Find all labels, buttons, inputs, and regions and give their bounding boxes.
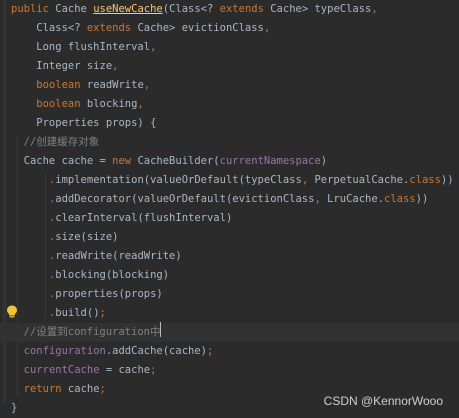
code-token: properties(props) bbox=[55, 288, 163, 300]
code-line[interactable]: //设置到configuration中 bbox=[0, 323, 459, 342]
code-token: ) bbox=[320, 155, 328, 167]
code-line[interactable]: .size(size) bbox=[0, 228, 459, 247]
code-editor[interactable]: public Cache useNewCache(Class<? extends… bbox=[0, 0, 459, 416]
code-token: , bbox=[371, 3, 378, 15]
code-token: Cache> evictionClass bbox=[137, 22, 264, 34]
code-line[interactable]: Long flushInterval, bbox=[0, 38, 459, 57]
code-token: .addCache(cache) bbox=[105, 345, 207, 357]
code-token: extends bbox=[86, 22, 138, 34]
code-token: , bbox=[137, 98, 144, 110]
code-token: = cache bbox=[105, 364, 151, 376]
code-token: readWrite bbox=[86, 79, 144, 91]
code-token: new bbox=[112, 155, 138, 167]
code-token: ; bbox=[99, 383, 106, 395]
code-line[interactable]: .implementation(valueOrDefault(typeClass… bbox=[0, 171, 459, 190]
text-caret bbox=[160, 322, 161, 337]
code-line[interactable]: .blocking(blocking) bbox=[0, 266, 459, 285]
code-token: ; bbox=[99, 307, 106, 319]
code-token: boolean bbox=[36, 98, 87, 110]
code-token: LruCache. bbox=[327, 193, 385, 205]
code-token: ; bbox=[207, 345, 214, 357]
code-token: , bbox=[314, 193, 328, 205]
code-token: , bbox=[143, 79, 151, 91]
code-token: Properties props) { bbox=[11, 117, 157, 129]
code-token: Cache> typeClass bbox=[270, 3, 372, 15]
code-line[interactable]: configuration.addCache(cache); bbox=[0, 342, 459, 361]
code-line[interactable]: .readWrite(readWrite) bbox=[0, 247, 459, 266]
code-token: Long flushInterval bbox=[11, 41, 151, 53]
code-line[interactable]: //创建缓存对象 bbox=[0, 133, 459, 152]
code-token: readWrite(readWrite) bbox=[55, 250, 182, 262]
code-token: CacheBuilder( bbox=[137, 155, 220, 167]
code-token: )) bbox=[415, 193, 429, 205]
code-token: class bbox=[409, 174, 441, 186]
code-token: public bbox=[11, 3, 56, 15]
code-token: currentNamespace bbox=[219, 155, 321, 167]
code-token: boolean bbox=[36, 79, 87, 91]
code-token: Cache bbox=[55, 3, 94, 15]
lightbulb-icon[interactable] bbox=[6, 305, 18, 318]
code-line[interactable]: Cache cache = new CacheBuilder(currentNa… bbox=[0, 152, 459, 171]
watermark-text: CSDN @KennorWooo bbox=[323, 394, 443, 408]
code-line[interactable]: boolean blocking, bbox=[0, 95, 459, 114]
code-token: implementation(valueOrDefault(typeClass bbox=[55, 174, 302, 186]
code-token: , bbox=[150, 41, 157, 53]
code-token: size(size) bbox=[55, 231, 119, 243]
code-token: Cache cache = bbox=[11, 155, 113, 167]
code-token: Class<? bbox=[11, 22, 87, 34]
code-token: ; bbox=[150, 364, 157, 376]
code-line[interactable]: .properties(props) bbox=[0, 285, 459, 304]
code-token: useNewCache bbox=[93, 3, 163, 15]
code-token: , bbox=[112, 60, 119, 72]
code-token: PerpetualCache. bbox=[314, 174, 410, 186]
code-token: clearInterval(flushInterval) bbox=[55, 212, 233, 224]
code-token: configuration bbox=[23, 345, 106, 357]
code-token: blocking(blocking) bbox=[55, 269, 170, 281]
code-line[interactable]: Properties props) { bbox=[0, 114, 459, 133]
code-token: currentCache bbox=[23, 364, 106, 376]
code-line[interactable]: .build(); bbox=[0, 304, 459, 323]
code-token: cache bbox=[67, 383, 100, 395]
code-token: Integer size bbox=[11, 60, 113, 72]
code-line[interactable]: public Cache useNewCache(Class<? extends… bbox=[0, 0, 459, 19]
code-token: //创建缓存对象 bbox=[11, 136, 100, 148]
code-token: addDecorator(valueOrDefault(evictionClas… bbox=[55, 193, 315, 205]
code-token: class bbox=[384, 193, 416, 205]
code-token: return bbox=[23, 383, 68, 395]
code-token: build() bbox=[55, 307, 100, 319]
code-token: , bbox=[301, 174, 315, 186]
code-token: blocking bbox=[86, 98, 138, 110]
code-token: (Class<? bbox=[162, 3, 220, 15]
code-token: )) bbox=[440, 174, 454, 186]
code-line[interactable]: currentCache = cache; bbox=[0, 361, 459, 380]
code-token: //设置到configuration中 bbox=[11, 326, 161, 338]
code-line[interactable]: Integer size, bbox=[0, 57, 459, 76]
code-line[interactable]: Class<? extends Cache> evictionClass, bbox=[0, 19, 459, 38]
code-line[interactable]: boolean readWrite, bbox=[0, 76, 459, 95]
code-token: } bbox=[11, 402, 18, 414]
code-token: extends bbox=[219, 3, 271, 15]
code-line[interactable]: .clearInterval(flushInterval) bbox=[0, 209, 459, 228]
code-line[interactable]: .addDecorator(valueOrDefault(evictionCla… bbox=[0, 190, 459, 209]
code-token: , bbox=[263, 22, 271, 34]
